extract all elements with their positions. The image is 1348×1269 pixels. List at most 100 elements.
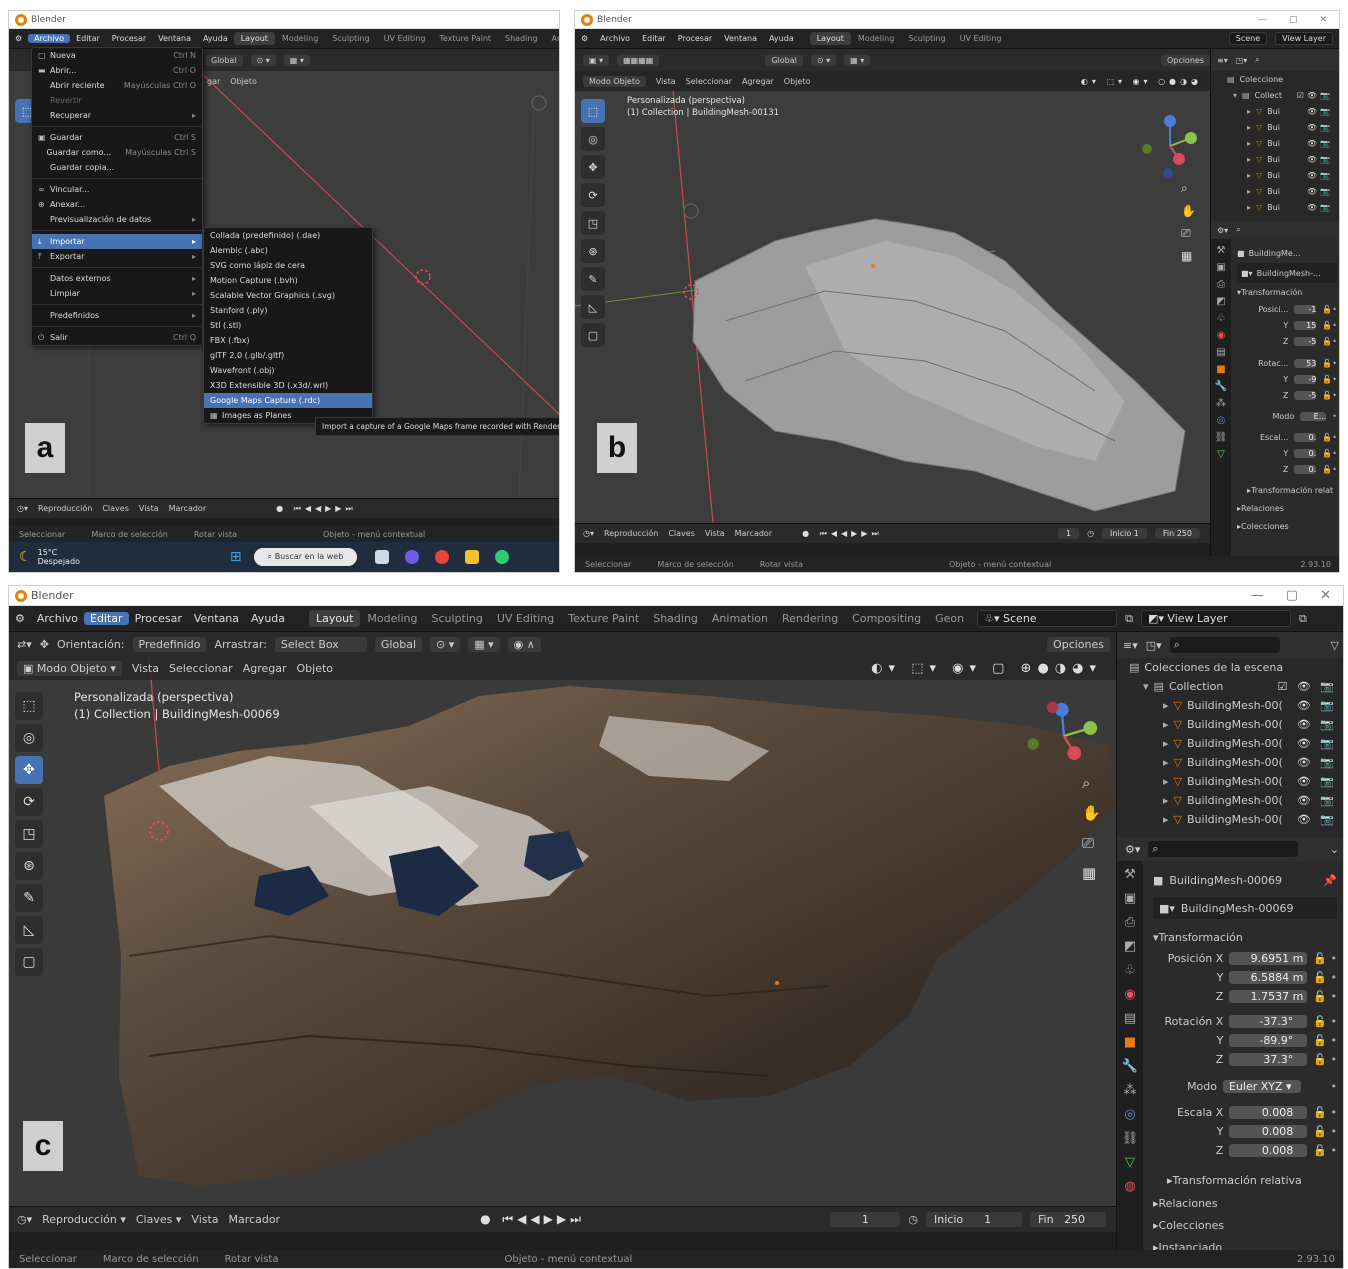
menu-item-datos-externos[interactable]: Datos externos ▸ [32, 271, 202, 286]
weather-widget[interactable]: ☾ 15°C Despejado [9, 548, 80, 566]
snap-toggle[interactable]: ▦ ▾ [844, 54, 871, 66]
tab-modeling[interactable]: Modeling [360, 610, 424, 627]
transform-tool-icon[interactable]: ⊛ [581, 239, 605, 263]
menu-ayuda[interactable]: Ayuda [245, 612, 291, 625]
menu-ayuda[interactable]: Ayuda [763, 34, 800, 43]
snap-toggle[interactable]: ▦ ▾ [283, 54, 310, 66]
properties-search-field[interactable]: ⌕ [1148, 841, 1299, 857]
filter-icon[interactable]: ◳▾ [1146, 639, 1162, 652]
display-mode-icon[interactable]: ≡▾ [1217, 56, 1228, 65]
cursor-tool-icon[interactable]: ◎ [581, 127, 605, 151]
location-y-field[interactable]: 6.5884 m [1229, 971, 1308, 984]
editor-type-icon[interactable]: ⇄▾ [17, 638, 32, 651]
object-tab-icon[interactable]: ■ [1124, 1035, 1136, 1050]
scale-y-field[interactable]: 0. [1294, 448, 1317, 458]
lock-icon[interactable]: 🔓 • [1313, 971, 1337, 984]
outliner-item[interactable]: ▸ ▽ Bui 👁📷 [1211, 183, 1339, 199]
properties-editor-icon[interactable]: ⚙▾ [1125, 843, 1140, 856]
timeline-vista[interactable]: Vista [191, 1213, 218, 1226]
chrome-icon[interactable] [435, 550, 450, 564]
timeline-reproduccion[interactable]: Reproducción ▾ [42, 1213, 126, 1226]
tool-tab-icon[interactable]: ⚒ [1124, 867, 1136, 882]
timeline-editor-icon[interactable]: ◷▾ [17, 1213, 32, 1226]
object-name-field[interactable]: BuildingMe... [1249, 249, 1301, 258]
physics-tab-icon[interactable]: ◎ [1217, 415, 1226, 426]
rotation-x-field[interactable]: 53 [1294, 358, 1317, 368]
import-x3d[interactable]: X3D Extensible 3D (.x3d/.wrl) [204, 378, 372, 393]
move-tool-icon[interactable]: ✥ [581, 155, 605, 179]
tab-uv-editing[interactable]: UV Editing [953, 32, 1009, 45]
header-agregar[interactable]: gar [207, 77, 220, 86]
timeline-claves[interactable]: Claves [668, 529, 695, 538]
header-seleccionar[interactable]: Seleccionar [169, 662, 233, 675]
ortho-grid-icon[interactable]: ▦ [1181, 249, 1196, 263]
taskbar-search[interactable]: ⌕ Buscar en la web [253, 548, 358, 566]
timeline-editor-icon[interactable]: ◷▾ [17, 504, 28, 513]
world-tab-icon[interactable]: ◉ [1217, 330, 1226, 341]
orientation-dropdown[interactable]: Predefinido [132, 636, 207, 652]
search-icon[interactable]: ⌕ [1255, 55, 1259, 65]
close-icon[interactable]: ✕ [1320, 588, 1331, 603]
location-y-field[interactable]: 15 [1294, 320, 1317, 330]
scale-z-field[interactable]: 0. [1294, 464, 1317, 474]
tab-shading[interactable]: Shading [646, 610, 705, 627]
outliner-item[interactable]: ▸ ▽ BuildingMesh-00(👁 📷 [1117, 772, 1343, 791]
menu-item-guardar-como[interactable]: Guardar como... Mayúsculas Ctrl S [32, 145, 202, 160]
lock-icon[interactable]: 🔓• [1322, 433, 1337, 442]
transform-orientation-dropdown[interactable]: Global [765, 54, 803, 66]
outliner-item[interactable]: ▸ ▽ BuildingMesh-00(👁 📷 [1117, 791, 1343, 810]
scene-tab-icon[interactable]: ♧ [1124, 963, 1136, 978]
proportional-edit-toggle[interactable]: ◉ ∧ [507, 636, 541, 652]
timeline-vista[interactable]: Vista [139, 504, 159, 513]
tab-compositing[interactable]: Compositing [845, 610, 928, 627]
rotation-z-field[interactable]: -5 [1294, 390, 1317, 400]
outliner-search-field[interactable]: ⌕ [1169, 637, 1280, 653]
collection-tab-icon[interactable]: ▤ [1124, 1011, 1136, 1026]
pin-icon[interactable]: 📌 [1323, 874, 1337, 887]
chevron-down-icon[interactable]: ⌄ [1330, 843, 1343, 856]
outliner-item[interactable]: ▸ ▽ Bui 👁📷 [1211, 199, 1339, 215]
timeline-marcador[interactable]: Marcador [229, 1213, 281, 1226]
import-stl[interactable]: Stl (.stl) [204, 318, 372, 333]
tab-sculpting[interactable]: Sculpting [325, 32, 376, 45]
outliner-item[interactable]: ▸ ▽ Bui 👁📷 [1211, 119, 1339, 135]
outliner-item[interactable]: ▸ ▽ BuildingMesh-00(👁 📷 [1117, 810, 1343, 829]
menu-item-predefinidos[interactable]: Predefinidos ▸ [32, 308, 202, 323]
tab-uv-editing[interactable]: UV Editing [377, 32, 433, 45]
menu-item-limpiar[interactable]: Limpiar ▸ [32, 286, 202, 301]
header-vista[interactable]: Vista [132, 662, 159, 675]
timeline-marcador[interactable]: Marcador [735, 529, 772, 538]
relations-panel[interactable]: ▸ Relaciones [1153, 1192, 1337, 1214]
transform-panel-header[interactable]: ▾ Transformación [1237, 283, 1337, 301]
material-tab-icon[interactable]: ◍ [1124, 1179, 1135, 1194]
tab-animation[interactable]: Animation [705, 610, 775, 627]
menu-archivo[interactable]: Archivo [31, 612, 84, 625]
lock-icon[interactable]: 🔓• [1322, 449, 1337, 458]
tab-modeling[interactable]: Modeling [275, 32, 325, 45]
lock-icon[interactable]: 🔓 • [1313, 1144, 1337, 1157]
rotation-mode-dropdown[interactable]: E... [1300, 411, 1327, 421]
add-cube-tool-icon[interactable]: ▢ [15, 948, 43, 976]
header-objeto[interactable]: Objeto [230, 77, 257, 86]
output-tab-icon[interactable]: ⎙ [1217, 279, 1225, 290]
measure-tool-icon[interactable]: ◺ [581, 295, 605, 319]
teams-icon[interactable] [405, 550, 420, 564]
menu-item-previsualizacion[interactable]: Previsualización de datos ▸ [32, 212, 202, 227]
header-seleccionar[interactable]: Seleccionar [686, 77, 732, 86]
transform-orientation-dropdown[interactable]: Global [205, 54, 243, 66]
maximize-icon[interactable]: ▢ [1286, 588, 1298, 603]
tab-layout[interactable]: Layout [309, 610, 361, 627]
menu-item-importar[interactable]: ⤓ Importar ▸ [32, 234, 202, 249]
outliner-item[interactable]: ▸ ▽ Bui 👁📷 [1211, 167, 1339, 183]
tab-sculpting[interactable]: Sculpting [901, 32, 952, 45]
data-tab-icon[interactable]: ▽ [1125, 1155, 1135, 1170]
navigation-gizmo[interactable] [1024, 696, 1104, 776]
rotation-z-field[interactable]: 37.3° [1229, 1053, 1308, 1066]
data-block-row[interactable]: ■▾ BuildingMesh-00069 [1153, 897, 1337, 919]
menu-archivo[interactable]: Archivo [28, 34, 71, 43]
tab-layout[interactable]: Layout [809, 32, 851, 45]
lock-icon[interactable]: 🔓• [1322, 375, 1337, 384]
menu-item-exportar[interactable]: ⤒ Exportar ▸ [32, 249, 202, 264]
location-x-field[interactable]: 9.6951 m [1229, 952, 1308, 965]
tab-sculpting[interactable]: Sculpting [424, 610, 489, 627]
